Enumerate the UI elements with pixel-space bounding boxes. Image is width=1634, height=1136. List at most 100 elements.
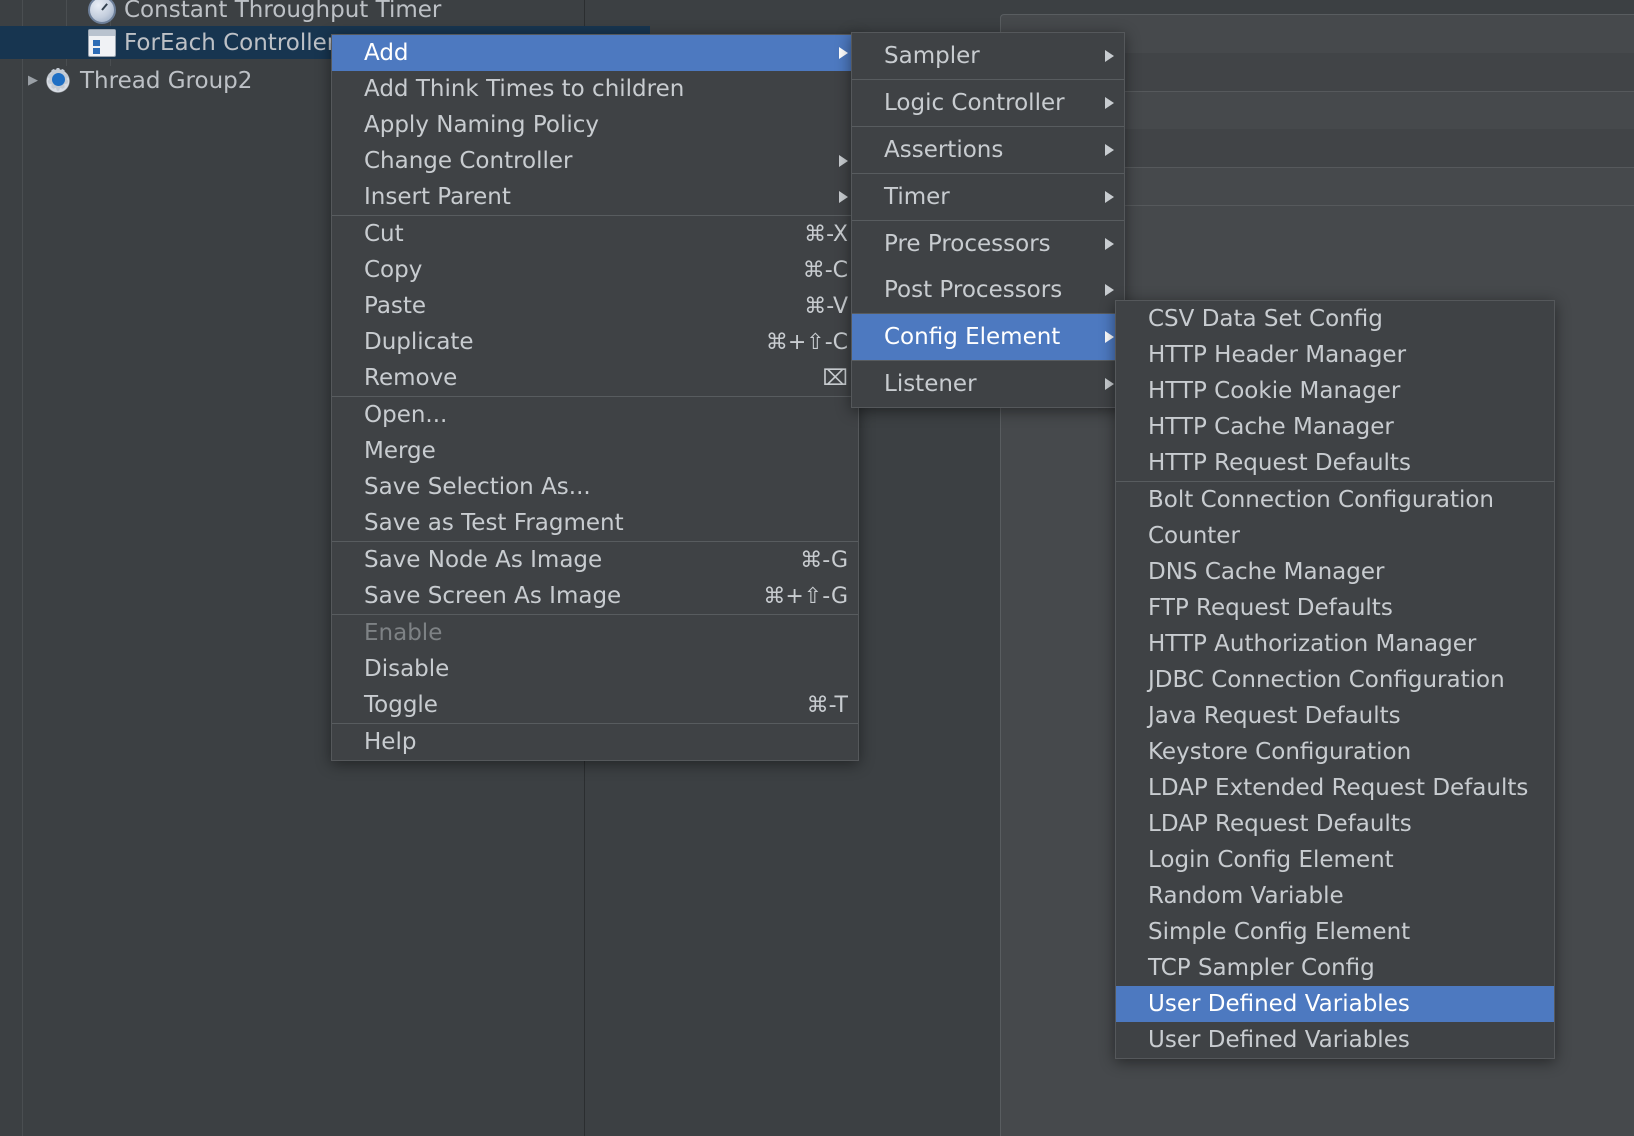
- menu-item-merge[interactable]: Merge: [332, 433, 858, 469]
- node-context-menu[interactable]: Add Add Think Times to children Apply Na…: [331, 34, 859, 761]
- menu-item-label: HTTP Request Defaults: [1148, 450, 1411, 476]
- menu-item-label: Merge: [364, 438, 436, 464]
- menu-item-shortcut: ⌘-V: [804, 293, 848, 319]
- menu-item-label: Counter: [1148, 523, 1240, 549]
- menu-item-jdbc-connection-configuration[interactable]: JDBC Connection Configuration: [1116, 662, 1554, 698]
- menu-item-apply-naming-policy[interactable]: Apply Naming Policy: [332, 107, 858, 143]
- menu-item-sampler[interactable]: Sampler: [852, 33, 1124, 79]
- menu-item-tcp-sampler-config[interactable]: TCP Sampler Config: [1116, 950, 1554, 986]
- tree-item-constant-throughput-timer[interactable]: Constant Throughput Timer: [0, 0, 650, 26]
- menu-item-shortcut: ⌘-G: [800, 547, 848, 573]
- menu-item-label: Duplicate: [364, 329, 474, 355]
- menu-item-label: Remove: [364, 365, 458, 391]
- menu-item-label: Apply Naming Policy: [364, 112, 599, 138]
- menu-item-listener[interactable]: Listener: [852, 361, 1124, 407]
- menu-item-save-screen-as-image[interactable]: Save Screen As Image ⌘+⇧-G: [332, 578, 858, 614]
- menu-item-save-node-as-image[interactable]: Save Node As Image ⌘-G: [332, 542, 858, 578]
- menu-item-insert-parent[interactable]: Insert Parent: [332, 179, 858, 215]
- menu-item-config-element[interactable]: Config Element: [852, 314, 1124, 360]
- add-submenu[interactable]: Sampler Logic Controller Assertions Time…: [851, 32, 1125, 408]
- menu-item-label: Toggle: [364, 692, 438, 718]
- menu-item-disable[interactable]: Disable: [332, 651, 858, 687]
- menu-item-add-think-times-to-children[interactable]: Add Think Times to children: [332, 71, 858, 107]
- menu-item-copy[interactable]: Copy ⌘-C: [332, 252, 858, 288]
- chevron-right-icon: [839, 155, 848, 167]
- menu-item-label: Simple Config Element: [1148, 919, 1411, 945]
- menu-item-pre-processors[interactable]: Pre Processors: [852, 221, 1124, 267]
- menu-item-ftp-request-defaults[interactable]: FTP Request Defaults: [1116, 590, 1554, 626]
- menu-item-http-cookie-manager[interactable]: HTTP Cookie Manager: [1116, 373, 1554, 409]
- menu-item-label: Change Controller: [364, 148, 573, 174]
- menu-item-add[interactable]: Add: [332, 35, 858, 71]
- menu-item-label: Save Selection As...: [364, 474, 591, 500]
- menu-item-http-authorization-manager[interactable]: HTTP Authorization Manager: [1116, 626, 1554, 662]
- menu-item-toggle[interactable]: Toggle ⌘-T: [332, 687, 858, 723]
- chevron-right-icon: [1105, 331, 1114, 343]
- menu-item-shortcut: ⌘-T: [806, 692, 848, 718]
- menu-item-http-cache-manager[interactable]: HTTP Cache Manager: [1116, 409, 1554, 445]
- menu-item-label: LDAP Request Defaults: [1148, 811, 1412, 837]
- chevron-right-icon: [1105, 97, 1114, 109]
- menu-item-user-defined-variables-2[interactable]: User Defined Variables: [1116, 1022, 1554, 1058]
- menu-item-label: Assertions: [884, 137, 1004, 163]
- menu-item-http-request-defaults[interactable]: HTTP Request Defaults: [1116, 445, 1554, 481]
- menu-item-label: Save Node As Image: [364, 547, 603, 573]
- menu-item-label: Add: [364, 40, 409, 66]
- menu-item-cut[interactable]: Cut ⌘-X: [332, 216, 858, 252]
- menu-item-label: Cut: [364, 221, 404, 247]
- menu-item-label: Timer: [884, 184, 950, 210]
- menu-item-label: User Defined Variables: [1148, 991, 1410, 1017]
- menu-item-enable: Enable: [332, 615, 858, 651]
- menu-item-timer[interactable]: Timer: [852, 174, 1124, 220]
- menu-item-label: Paste: [364, 293, 427, 319]
- menu-item-logic-controller[interactable]: Logic Controller: [852, 80, 1124, 126]
- menu-item-shortcut: ⌘+⇧-G: [763, 583, 848, 609]
- clock-icon: [88, 0, 116, 24]
- menu-item-save-as-test-fragment[interactable]: Save as Test Fragment: [332, 505, 858, 541]
- menu-item-label: Save Screen As Image: [364, 583, 622, 609]
- chevron-right-icon: [1105, 191, 1114, 203]
- menu-item-open[interactable]: Open...: [332, 397, 858, 433]
- menu-item-label: User Defined Variables: [1148, 1027, 1410, 1053]
- menu-item-dns-cache-manager[interactable]: DNS Cache Manager: [1116, 554, 1554, 590]
- menu-item-label: Pre Processors: [884, 231, 1051, 257]
- menu-item-change-controller[interactable]: Change Controller: [332, 143, 858, 179]
- menu-item-shortcut: ⌧: [822, 365, 848, 391]
- menu-item-label: Random Variable: [1148, 883, 1344, 909]
- menu-item-counter[interactable]: Counter: [1116, 518, 1554, 554]
- menu-item-simple-config-element[interactable]: Simple Config Element: [1116, 914, 1554, 950]
- menu-item-remove[interactable]: Remove ⌧: [332, 360, 858, 396]
- menu-item-label: Login Config Element: [1148, 847, 1394, 873]
- menu-item-post-processors[interactable]: Post Processors: [852, 267, 1124, 313]
- menu-item-shortcut: ⌘+⇧-C: [765, 329, 848, 355]
- menu-item-ldap-extended-request-defaults[interactable]: LDAP Extended Request Defaults: [1116, 770, 1554, 806]
- config-element-submenu[interactable]: CSV Data Set Config HTTP Header Manager …: [1115, 300, 1555, 1059]
- menu-item-csv-data-set-config[interactable]: CSV Data Set Config: [1116, 301, 1554, 337]
- tree-expander-icon[interactable]: ▶: [22, 73, 44, 88]
- menu-item-label: HTTP Cache Manager: [1148, 414, 1394, 440]
- menu-item-label: Post Processors: [884, 277, 1063, 303]
- menu-item-bolt-connection-configuration[interactable]: Bolt Connection Configuration: [1116, 482, 1554, 518]
- menu-item-label: TCP Sampler Config: [1148, 955, 1375, 981]
- menu-item-label: HTTP Cookie Manager: [1148, 378, 1401, 404]
- menu-item-paste[interactable]: Paste ⌘-V: [332, 288, 858, 324]
- menu-item-save-selection-as[interactable]: Save Selection As...: [332, 469, 858, 505]
- menu-item-http-header-manager[interactable]: HTTP Header Manager: [1116, 337, 1554, 373]
- menu-item-random-variable[interactable]: Random Variable: [1116, 878, 1554, 914]
- menu-item-keystore-configuration[interactable]: Keystore Configuration: [1116, 734, 1554, 770]
- menu-item-login-config-element[interactable]: Login Config Element: [1116, 842, 1554, 878]
- menu-item-assertions[interactable]: Assertions: [852, 127, 1124, 173]
- menu-item-java-request-defaults[interactable]: Java Request Defaults: [1116, 698, 1554, 734]
- menu-item-label: Listener: [884, 371, 977, 397]
- menu-item-shortcut: ⌘-C: [802, 257, 848, 283]
- menu-item-ldap-request-defaults[interactable]: LDAP Request Defaults: [1116, 806, 1554, 842]
- menu-item-help[interactable]: Help: [332, 724, 858, 760]
- menu-item-duplicate[interactable]: Duplicate ⌘+⇧-C: [332, 324, 858, 360]
- chevron-right-icon: [1105, 238, 1114, 250]
- menu-item-user-defined-variables[interactable]: User Defined Variables: [1116, 986, 1554, 1022]
- chevron-right-icon: [839, 191, 848, 203]
- menu-item-shortcut: ⌘-X: [804, 221, 848, 247]
- tree-indent-guide: [22, 0, 23, 1136]
- menu-item-label: Save as Test Fragment: [364, 510, 624, 536]
- menu-item-label: Keystore Configuration: [1148, 739, 1412, 765]
